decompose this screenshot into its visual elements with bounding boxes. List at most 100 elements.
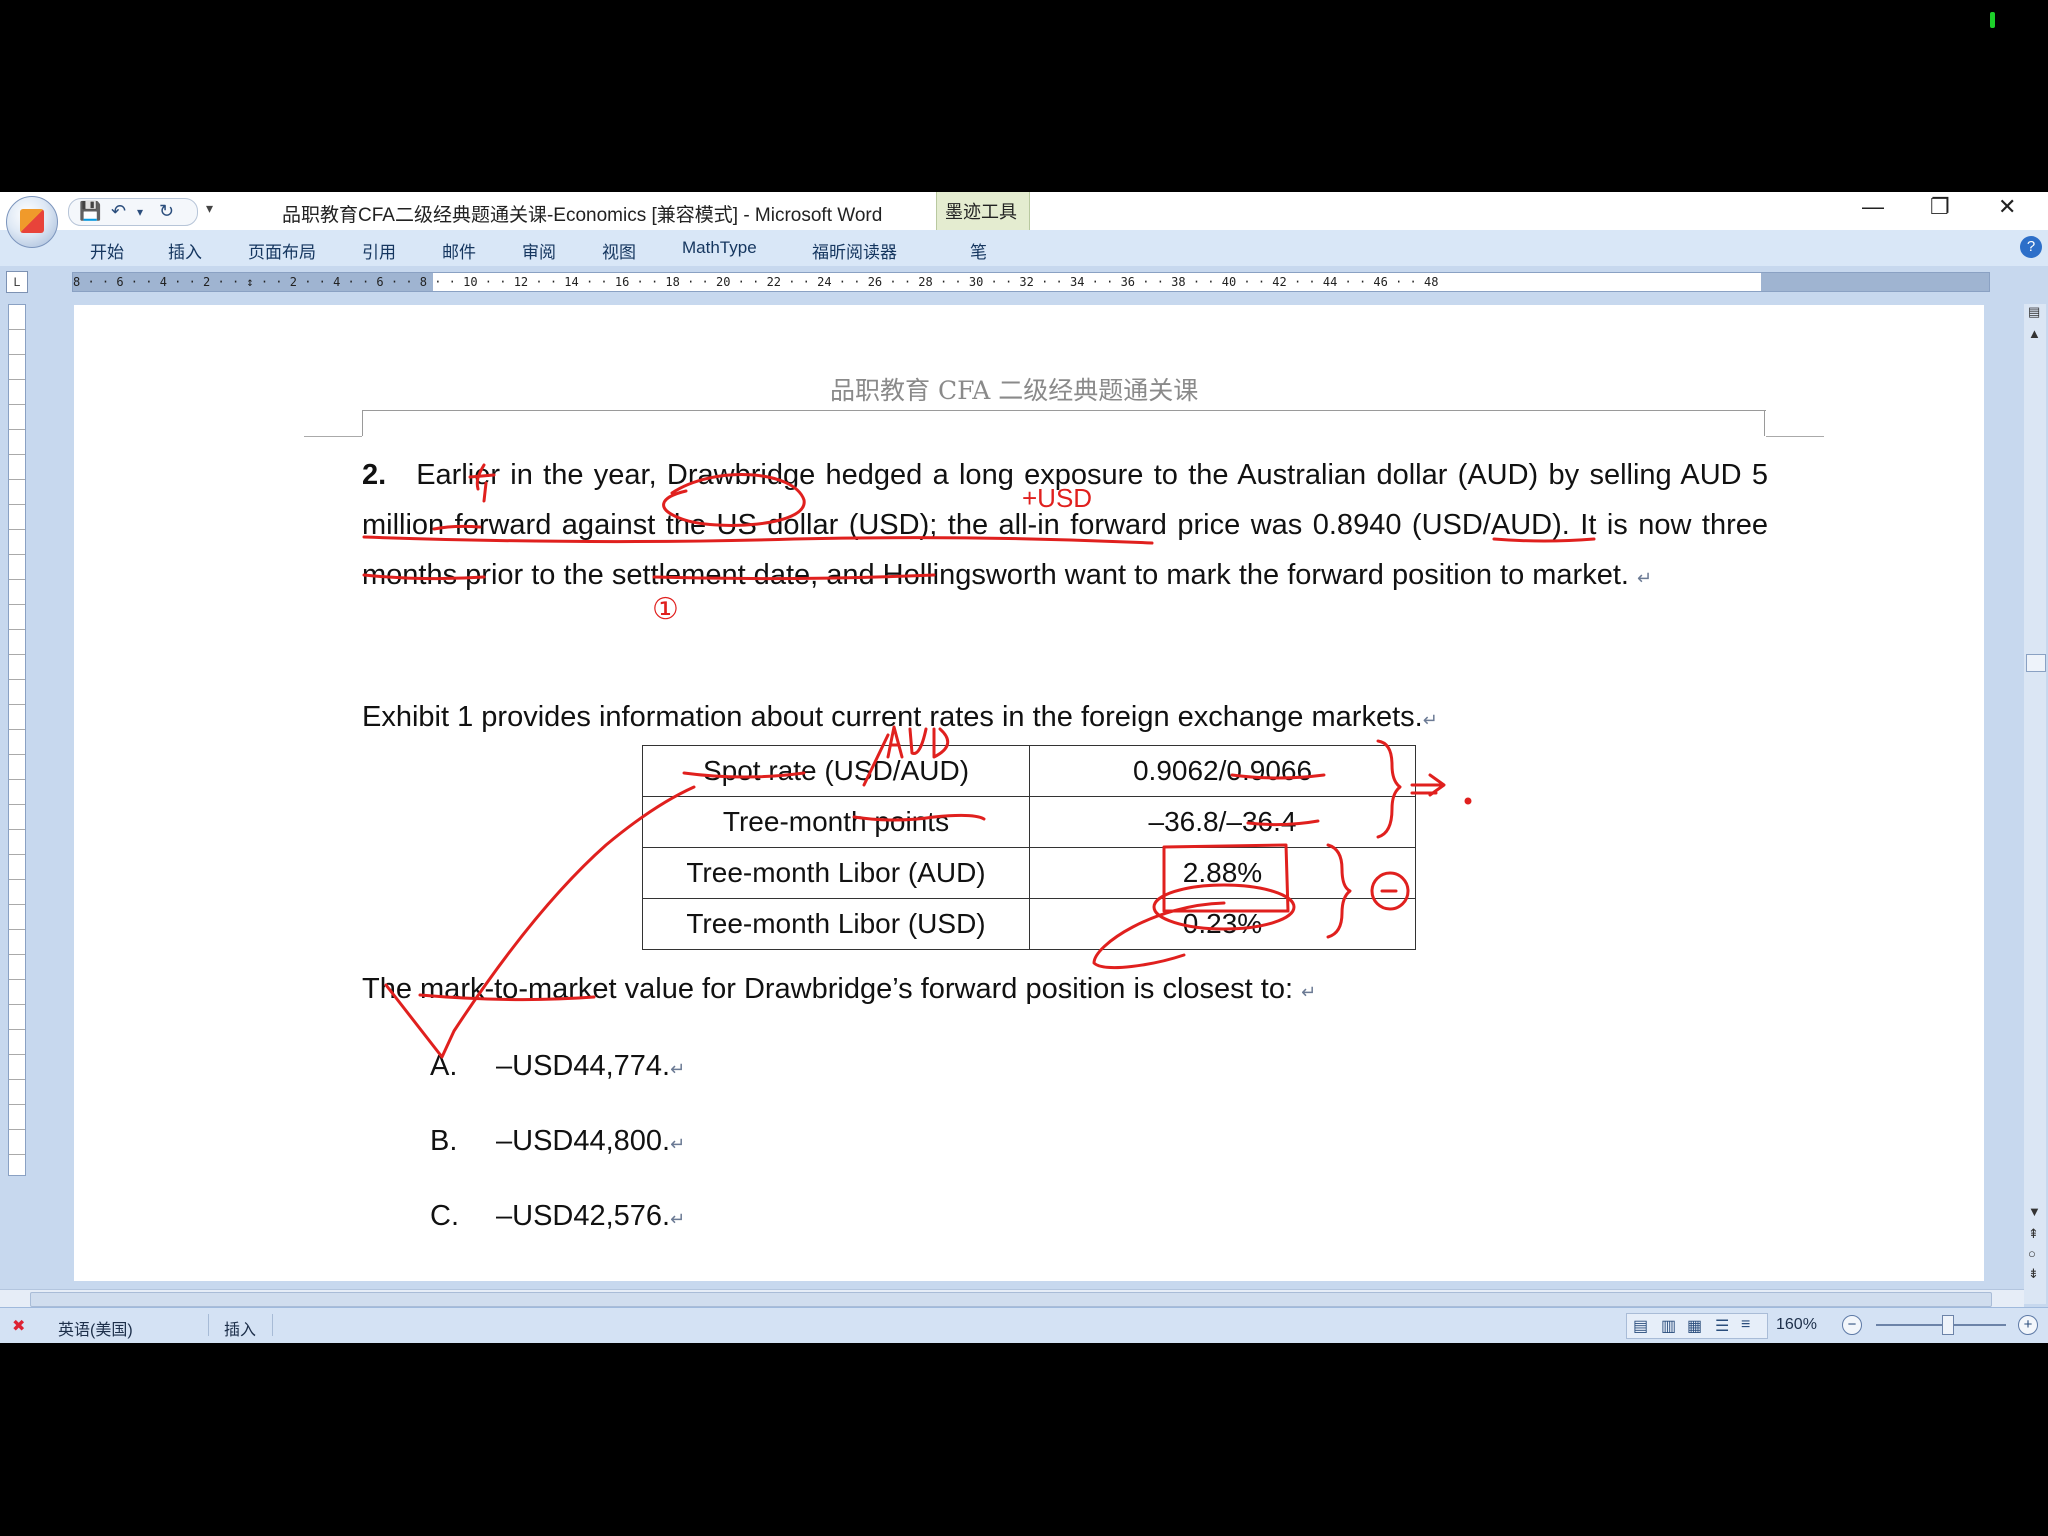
document-page[interactable]: 品职教育 CFA 二级经典题通关课 2. Earlier in the year,… <box>74 305 1984 1281</box>
tab-review[interactable]: 审阅 <box>522 238 556 263</box>
undo-icon[interactable]: ↶ <box>111 201 126 222</box>
tab-page-layout[interactable]: 页面布局 <box>248 238 316 263</box>
select-browse-object-icon[interactable]: ○ <box>2028 1246 2036 1261</box>
ribbon-tabs: 开始 插入 页面布局 引用 邮件 审阅 视图 MathType 福昕阅读器 笔 … <box>0 230 2048 267</box>
office-logo-icon <box>20 209 44 233</box>
vertical-ruler-ticks <box>9 305 25 1175</box>
close-button[interactable]: ✕ <box>1998 194 2016 220</box>
table-row: Tree-month points –36.8/–36.4 <box>642 796 1416 848</box>
zoom-level[interactable]: 160% <box>1776 1316 1817 1334</box>
question-paragraph: 2. Earlier in the year, Drawbridge hedged… <box>362 450 1768 603</box>
help-icon[interactable]: ? <box>2020 236 2042 258</box>
ink-tools-label: 墨迹工具 <box>945 202 1017 222</box>
table-cell-value: 0.9062/0.9066 <box>1029 745 1416 797</box>
paragraph-mark: ↵ <box>670 1134 686 1154</box>
tab-view[interactable]: 视图 <box>602 238 636 263</box>
insert-mode-indicator[interactable]: 插入 <box>224 1316 256 1340</box>
spelling-check-icon[interactable]: ✖ <box>12 1316 25 1336</box>
status-separator <box>208 1314 209 1336</box>
answer-option-c: C. –USD42,576.↵ <box>430 1200 685 1233</box>
exhibit-intro: Exhibit 1 provides information about cur… <box>362 701 1438 734</box>
option-text: –USD42,576. <box>496 1200 671 1232</box>
option-letter: B. <box>430 1125 458 1157</box>
minimize-button[interactable]: — <box>1862 194 1884 220</box>
table-cell-label: Tree-month Libor (AUD) <box>642 847 1030 899</box>
table-cell-value: –36.8/–36.4 <box>1029 796 1416 848</box>
full-screen-reading-icon[interactable]: ▥ <box>1661 1316 1676 1336</box>
tab-home[interactable]: 开始 <box>90 238 124 263</box>
zoom-in-button[interactable]: + <box>2018 1315 2038 1335</box>
tab-foxit-reader[interactable]: 福昕阅读器 <box>812 238 897 263</box>
tab-references[interactable]: 引用 <box>362 238 396 263</box>
tab-selector[interactable]: L <box>6 271 28 293</box>
paragraph-mark: ↵ <box>670 1209 686 1229</box>
question-stem: The mark-to-market value for Drawbridge’… <box>362 973 1316 1006</box>
question-text: Earlier in the year, Drawbridge hedged a… <box>362 459 1768 591</box>
zoom-slider[interactable] <box>1876 1324 2006 1326</box>
table-row: Tree-month Libor (AUD) 2.88% <box>642 847 1416 899</box>
recording-indicator <box>1990 12 1995 28</box>
tab-insert[interactable]: 插入 <box>168 238 202 263</box>
option-text: –USD44,800. <box>496 1125 671 1157</box>
answer-option-a: A. –USD44,774.↵ <box>430 1050 685 1083</box>
table-cell-value: 2.88% <box>1029 847 1416 899</box>
undo-menu-icon[interactable]: ▾ <box>137 205 143 219</box>
word-window: 💾 ↶ ▾ ↻ ▾ 品职教育CFA二级经典题通关课-Economics [兼容模… <box>0 192 2048 1343</box>
paragraph-mark: ↵ <box>1422 710 1438 730</box>
view-buttons: ▤ ▥ ▦ ☰ ≡ <box>1626 1313 1768 1339</box>
scroll-up-icon[interactable]: ▲ <box>2028 326 2041 341</box>
restore-button[interactable]: ❐ <box>1930 194 1950 220</box>
vertical-scrollbar[interactable]: ▤ ▲ ▼ ⇞ ○ ⇟ <box>2024 304 2046 1304</box>
outline-icon[interactable]: ☰ <box>1715 1316 1729 1336</box>
zoom-slider-handle[interactable] <box>1942 1315 1954 1335</box>
tab-mathtype[interactable]: MathType <box>682 238 757 258</box>
horizontal-scroll-thumb[interactable] <box>30 1292 1992 1307</box>
language-indicator[interactable]: 英语(美国) <box>58 1316 133 1340</box>
zoom-out-button[interactable]: − <box>1842 1315 1862 1335</box>
paragraph-mark: ↵ <box>1301 982 1317 1002</box>
header-rule <box>362 410 1766 411</box>
option-letter: C. <box>430 1200 459 1232</box>
web-layout-icon[interactable]: ▦ <box>1687 1316 1702 1336</box>
page-header: 品职教育 CFA 二级经典题通关课 <box>830 376 1199 405</box>
paragraph-mark: ↵ <box>670 1059 686 1079</box>
table-row: Tree-month Libor (USD) 0.23% <box>642 898 1416 950</box>
table-cell-value: 0.23% <box>1029 898 1416 950</box>
save-icon[interactable]: 💾 <box>79 201 101 222</box>
ruler-toggle-icon[interactable]: ▤ <box>2028 304 2040 320</box>
answer-option-b: B. –USD44,800.↵ <box>430 1125 685 1158</box>
table-cell-label: Tree-month Libor (USD) <box>642 898 1030 950</box>
ink-tools-context-tab: 墨迹工具 <box>936 192 1030 230</box>
paragraph-mark: ↵ <box>1637 568 1653 588</box>
ink-arrow-right <box>1410 773 1446 797</box>
question-number: 2. <box>362 459 387 491</box>
ruler-row: L 8 · · 6 · · 4 · · 2 · · ↕ · · 2 · · 4 … <box>0 266 2048 296</box>
table-cell-label: Tree-month points <box>642 796 1030 848</box>
exhibit-table: Spot rate (USD/AUD) 0.9062/0.9066 Tree-m… <box>642 745 1416 950</box>
ink-dot <box>1464 797 1472 805</box>
print-layout-icon[interactable]: ▤ <box>1633 1316 1648 1336</box>
previous-page-icon[interactable]: ⇞ <box>2028 1226 2039 1242</box>
table-cell-label: Spot rate (USD/AUD) <box>642 745 1030 797</box>
next-page-icon[interactable]: ⇟ <box>2028 1266 2039 1282</box>
draft-icon[interactable]: ≡ <box>1741 1316 1750 1334</box>
option-text: –USD44,774. <box>496 1050 671 1082</box>
horizontal-ruler[interactable]: 8 · · 6 · · 4 · · 2 · · ↕ · · 2 · · 4 · … <box>72 272 1990 292</box>
title-bar: 💾 ↶ ▾ ↻ ▾ 品职教育CFA二级经典题通关课-Economics [兼容模… <box>0 192 2048 230</box>
vertical-scroll-thumb[interactable] <box>2026 654 2046 672</box>
status-bar: ✖ 英语(美国) 插入 ▤ ▥ ▦ ☰ ≡ 160% − + <box>0 1307 2048 1343</box>
exhibit-intro-text: Exhibit 1 provides information about cur… <box>362 701 1423 733</box>
customize-qat-icon[interactable]: ▾ <box>206 200 213 217</box>
tab-pen[interactable]: 笔 <box>970 238 987 263</box>
question-stem-text: The mark-to-market value for Drawbridge’… <box>362 973 1294 1005</box>
redo-icon[interactable]: ↻ <box>159 201 174 222</box>
vertical-ruler[interactable] <box>8 304 26 1176</box>
window-title: 品职教育CFA二级经典题通关课-Economics [兼容模式] - Micro… <box>282 205 883 226</box>
horizontal-scrollbar[interactable] <box>0 1289 2024 1308</box>
margin-mark-right <box>1766 436 1824 437</box>
tab-mailings[interactable]: 邮件 <box>442 238 476 263</box>
scroll-down-icon[interactable]: ▼ <box>2028 1204 2041 1219</box>
office-button[interactable] <box>6 196 58 248</box>
table-row: Spot rate (USD/AUD) 0.9062/0.9066 <box>642 745 1416 797</box>
margin-mark-left <box>304 436 362 437</box>
